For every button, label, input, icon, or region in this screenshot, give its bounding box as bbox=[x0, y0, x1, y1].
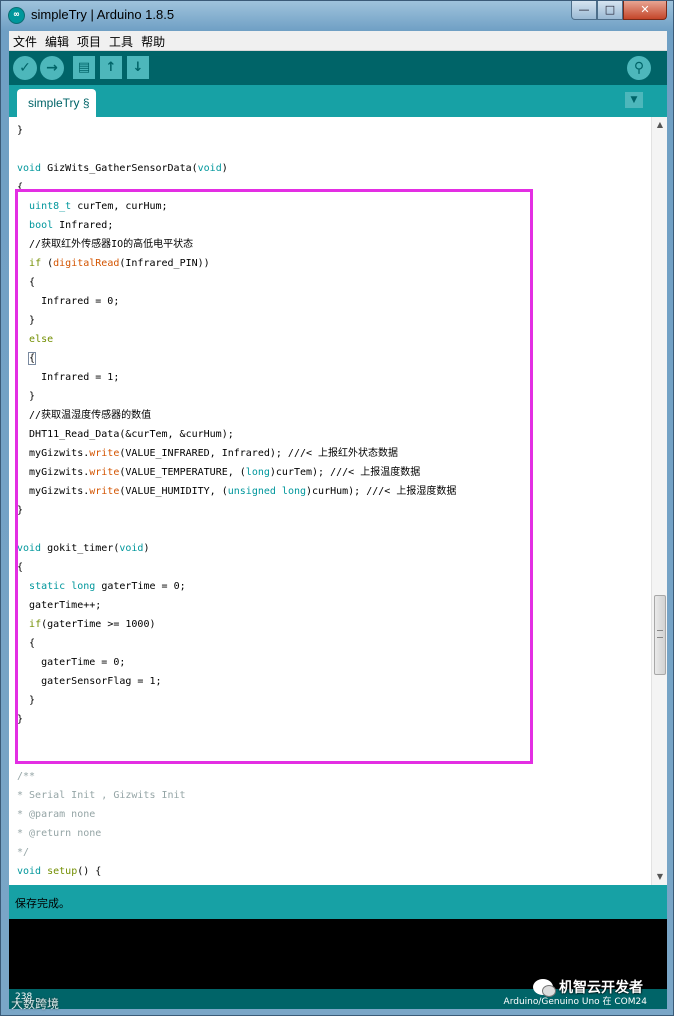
highlight-box bbox=[15, 189, 533, 764]
arduino-window: ∞ simpleTry | Arduino 1.8.5 — □ ✕ 文件 编辑 … bbox=[0, 0, 674, 1016]
code-token: /** bbox=[17, 771, 36, 782]
status-message: 保存完成。 bbox=[15, 897, 70, 910]
save-button[interactable]: ↓ bbox=[127, 56, 149, 79]
code-token: * @param none bbox=[17, 809, 96, 820]
verify-button[interactable]: ✓ bbox=[13, 56, 37, 80]
code-token: setup bbox=[47, 866, 78, 877]
code-token: * @return none bbox=[17, 828, 102, 839]
code-line[interactable]: /** bbox=[17, 768, 35, 786]
close-button[interactable]: ✕ bbox=[623, 1, 667, 20]
code-token: } bbox=[17, 125, 24, 136]
menu-edit[interactable]: 编辑 bbox=[41, 31, 73, 50]
vertical-scrollbar[interactable]: ▲ ▼ bbox=[651, 117, 667, 885]
new-sketch-button[interactable]: ▤ bbox=[73, 56, 95, 79]
minimize-button[interactable]: — bbox=[571, 1, 597, 20]
code-line[interactable]: * Serial Init , Gizwits Init bbox=[17, 787, 186, 805]
scroll-down-icon[interactable]: ▼ bbox=[652, 869, 667, 885]
tab-bar: simpleTry § ▼ bbox=[9, 85, 667, 117]
code-token: void bbox=[17, 866, 42, 877]
grip-icon bbox=[657, 630, 663, 638]
menu-tools[interactable]: 工具 bbox=[105, 31, 137, 50]
code-line[interactable]: */ bbox=[17, 844, 29, 862]
window-controls: — □ ✕ bbox=[571, 1, 667, 21]
toolbar: ✓ → ▤ ↑ ↓ ⚲ bbox=[9, 51, 667, 85]
window-title: simpleTry | Arduino 1.8.5 bbox=[31, 7, 175, 22]
open-button[interactable]: ↑ bbox=[100, 56, 122, 79]
serial-monitor-button[interactable]: ⚲ bbox=[627, 56, 651, 80]
code-line[interactable]: } bbox=[17, 122, 23, 140]
menu-help[interactable]: 帮助 bbox=[137, 31, 169, 50]
code-editor[interactable]: } void GizWits_GatherSensorData(void){ ui… bbox=[9, 117, 667, 885]
code-token: void bbox=[197, 163, 222, 174]
watermark-right-text: 机智云开发者 bbox=[559, 980, 643, 996]
code-line[interactable]: void setup() { bbox=[17, 863, 101, 881]
code-token: GizWits_GatherSensorData( bbox=[41, 163, 198, 174]
arduino-logo-icon: ∞ bbox=[8, 7, 25, 24]
tab-menu-button[interactable]: ▼ bbox=[625, 92, 643, 108]
client-area: 文件 编辑 项目 工具 帮助 ✓ → ▤ ↑ ↓ ⚲ simpleTry § ▼… bbox=[9, 31, 667, 1009]
watermark-right: 机智云开发者 bbox=[533, 977, 643, 997]
code-token: * Serial Init , Gizwits Init bbox=[17, 790, 186, 801]
code-line[interactable]: * @return none bbox=[17, 825, 101, 843]
wechat-icon bbox=[533, 979, 556, 997]
menu-bar: 文件 编辑 项目 工具 帮助 bbox=[9, 31, 667, 51]
scroll-thumb[interactable] bbox=[654, 595, 666, 675]
menu-file[interactable]: 文件 bbox=[9, 31, 41, 50]
upload-button[interactable]: → bbox=[40, 56, 64, 80]
tab-simpletry[interactable]: simpleTry § bbox=[17, 89, 96, 117]
title-bar[interactable]: ∞ simpleTry | Arduino 1.8.5 — □ ✕ bbox=[1, 1, 673, 31]
code-token: () { bbox=[77, 866, 102, 877]
watermark-left: 大数跨境 bbox=[11, 997, 60, 1011]
code-token: */ bbox=[17, 847, 30, 858]
scroll-up-icon[interactable]: ▲ bbox=[652, 117, 667, 133]
status-bar: 保存完成。 bbox=[9, 885, 667, 919]
code-line[interactable]: * @param none bbox=[17, 806, 95, 824]
maximize-button[interactable]: □ bbox=[597, 1, 623, 20]
code-token: void bbox=[17, 163, 42, 174]
menu-sketch[interactable]: 项目 bbox=[73, 31, 105, 50]
code-line[interactable]: void GizWits_GatherSensorData(void) bbox=[17, 160, 228, 178]
code-token: ) bbox=[221, 163, 228, 174]
